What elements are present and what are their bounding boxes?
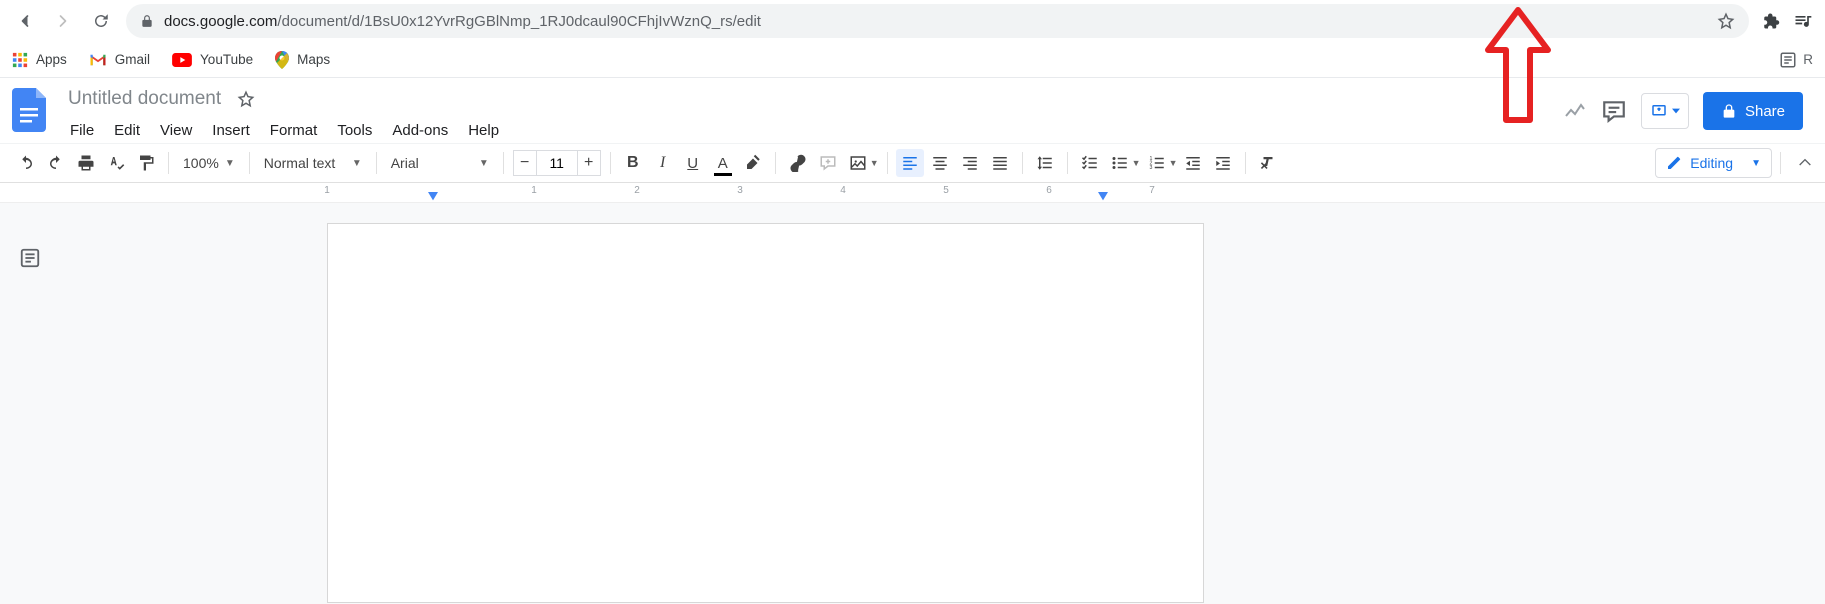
outline-toggle[interactable] [0,203,60,604]
menu-bar: File Edit View Insert Format Tools Add-o… [62,118,507,143]
spellcheck-button[interactable] [102,149,130,177]
bulleted-list-button[interactable] [1106,149,1134,177]
undo-button[interactable] [12,149,40,177]
redo-button[interactable] [42,149,70,177]
ruler[interactable]: 1 1 2 3 4 5 6 7 [0,183,1825,203]
apps-icon [12,52,28,68]
youtube-shortcut-label: YouTube [200,52,253,67]
share-button[interactable]: Share [1703,92,1803,130]
ruler-tick: 3 [737,185,743,196]
document-title[interactable]: Untitled document [62,86,227,112]
menu-view[interactable]: View [152,118,200,143]
line-spacing-button[interactable] [1031,149,1059,177]
docs-toolbar: 100%▼ Normal text▼ Arial▼ − + B I U A ▼ … [0,143,1825,183]
font-size-increase[interactable]: + [577,150,601,176]
reading-list-label: R [1803,52,1813,67]
indent-left-marker[interactable] [427,192,439,202]
pencil-icon [1666,155,1682,171]
clear-format-button[interactable] [1254,149,1282,177]
paint-format-button[interactable] [132,149,160,177]
ruler-tick: 2 [634,185,640,196]
docs-header: Untitled document File Edit View Insert … [0,78,1825,143]
ruler-tick: 1 [531,185,537,196]
menu-edit[interactable]: Edit [106,118,148,143]
url-text: docs.google.com/document/d/1BsU0x12YvrRg… [164,13,761,30]
bold-button[interactable]: B [619,149,647,177]
bookmark-star-icon[interactable] [1717,12,1735,30]
menu-addons[interactable]: Add-ons [384,118,456,143]
editing-canvas [0,203,1825,604]
apps-shortcut[interactable]: Apps [12,52,67,68]
bookmarks-bar: Apps Gmail YouTube Maps R [0,42,1825,78]
style-dropdown[interactable]: Normal text▼ [258,149,368,177]
gmail-shortcut[interactable]: Gmail [89,52,150,67]
gmail-shortcut-label: Gmail [115,52,150,67]
font-dropdown[interactable]: Arial▼ [385,149,495,177]
maps-icon [275,51,289,69]
ruler-tick: 7 [1149,185,1155,196]
align-center-button[interactable] [926,149,954,177]
url-bar[interactable]: docs.google.com/document/d/1BsU0x12YvrRg… [126,4,1749,38]
lock-icon [1721,103,1737,119]
print-button[interactable] [72,149,100,177]
ruler-tick: 5 [943,185,949,196]
align-left-button[interactable] [896,149,924,177]
svg-text:3: 3 [1149,165,1152,171]
editing-mode-label: Editing [1690,155,1733,171]
align-right-button[interactable] [956,149,984,177]
apps-shortcut-label: Apps [36,52,67,67]
ruler-tick: 6 [1046,185,1052,196]
menu-help[interactable]: Help [460,118,507,143]
present-button[interactable] [1641,93,1689,129]
share-button-label: Share [1745,103,1785,120]
extensions-icon[interactable] [1757,7,1785,35]
star-document-icon[interactable] [237,90,255,108]
browser-address-bar: docs.google.com/document/d/1BsU0x12YvrRg… [0,0,1825,42]
caret-down-icon [1672,107,1680,115]
menu-file[interactable]: File [62,118,102,143]
align-justify-button[interactable] [986,149,1014,177]
ruler-tick: 1 [324,185,330,196]
indent-right-marker[interactable] [1097,192,1109,202]
zoom-dropdown[interactable]: 100%▼ [177,149,241,177]
youtube-icon [172,53,192,67]
font-size-control: − + [512,149,602,177]
youtube-shortcut[interactable]: YouTube [172,52,253,67]
music-queue-icon[interactable] [1789,7,1817,35]
activity-icon[interactable] [1563,99,1587,123]
checklist-button[interactable] [1076,149,1104,177]
reading-list-icon [1779,51,1797,69]
docs-logo[interactable] [10,90,50,130]
numbered-list-button[interactable]: 123 [1143,149,1171,177]
forward-button[interactable] [46,4,80,38]
indent-increase-button[interactable] [1209,149,1237,177]
menu-tools[interactable]: Tools [329,118,380,143]
editing-mode-dropdown[interactable]: Editing ▼ [1655,148,1772,178]
collapse-toolbar-button[interactable] [1797,155,1813,171]
underline-button[interactable]: U [679,149,707,177]
text-color-button[interactable]: A [709,149,737,177]
menu-insert[interactable]: Insert [204,118,258,143]
gmail-icon [89,53,107,67]
reload-button[interactable] [84,4,118,38]
indent-decrease-button[interactable] [1179,149,1207,177]
italic-button[interactable]: I [649,149,677,177]
comments-icon[interactable] [1601,98,1627,124]
maps-shortcut[interactable]: Maps [275,51,330,69]
ruler-tick: 4 [840,185,846,196]
lock-icon [140,14,154,28]
maps-shortcut-label: Maps [297,52,330,67]
highlight-button[interactable] [739,149,767,177]
back-button[interactable] [8,4,42,38]
document-page[interactable] [327,223,1204,603]
menu-format[interactable]: Format [262,118,326,143]
font-size-decrease[interactable]: − [513,150,537,176]
reading-list[interactable]: R [1779,51,1813,69]
link-button[interactable] [784,149,812,177]
font-size-input[interactable] [537,150,577,176]
comment-button[interactable] [814,149,842,177]
image-button[interactable] [844,149,872,177]
